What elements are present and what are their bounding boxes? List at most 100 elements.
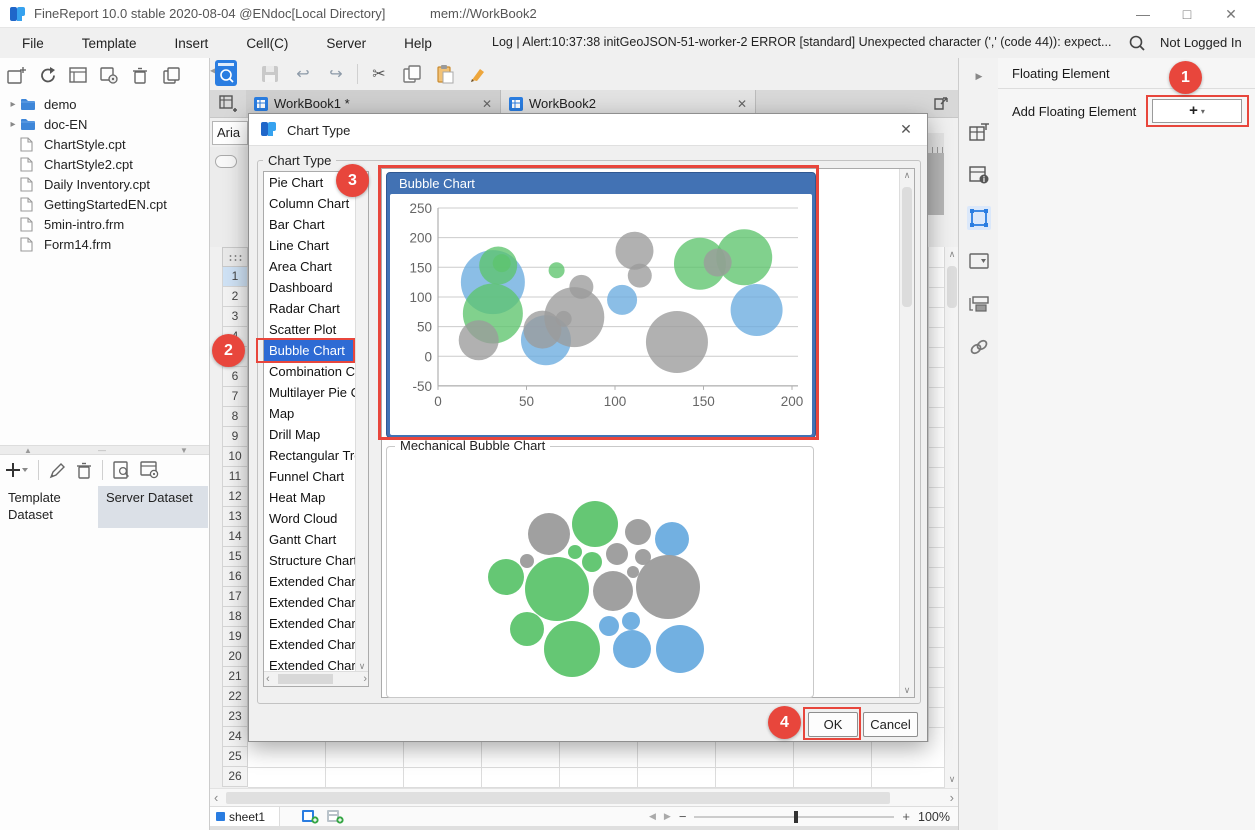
chart-type-multilayer-pie-cha[interactable]: Multilayer Pie Cha — [264, 382, 368, 403]
maximize-button[interactable]: □ — [1172, 4, 1202, 24]
chart-type-dashboard[interactable]: Dashboard — [264, 277, 368, 298]
chart-type-scatter-plot[interactable]: Scatter Plot — [264, 319, 368, 340]
chart-type-radar-chart[interactable]: Radar Chart — [264, 298, 368, 319]
chart-type-extended-chart-[interactable]: Extended Chart - — [264, 571, 368, 592]
select-all-corner[interactable] — [222, 247, 248, 267]
scroll-right-icon[interactable]: › — [363, 672, 367, 686]
undo-icon[interactable]: ↩ — [291, 62, 315, 86]
preview-vertical-scrollbar[interactable]: ∧ ∨ — [899, 169, 914, 697]
add-grid-sheet-icon[interactable] — [302, 809, 319, 824]
scroll-up-icon[interactable]: ∧ — [945, 247, 959, 263]
zoom-out-icon[interactable]: − — [679, 809, 687, 824]
scrollbar-thumb[interactable] — [947, 266, 957, 308]
row-header-3[interactable]: 3 — [222, 307, 248, 327]
cell-attributes-icon[interactable] — [967, 120, 991, 144]
menu-item-template[interactable]: Template — [80, 36, 139, 51]
row-header-21[interactable]: 21 — [222, 667, 248, 687]
chart-type-combination-cha[interactable]: Combination Cha — [264, 361, 368, 382]
menu-item-help[interactable]: Help — [402, 36, 434, 51]
preview-dataset-icon[interactable] — [113, 461, 130, 479]
scrollbar-thumb[interactable] — [278, 674, 333, 684]
row-header-8[interactable]: 8 — [222, 407, 248, 427]
sync-settings-icon[interactable] — [99, 65, 119, 85]
chart-type-extended-chart-[interactable]: Extended Chart - — [264, 592, 368, 613]
menu-item-insert[interactable]: Insert — [173, 36, 211, 51]
chart-type-rectangular-tree[interactable]: Rectangular Tree — [264, 445, 368, 466]
chart-type-area-chart[interactable]: Area Chart — [264, 256, 368, 277]
tree-item-gettingstarteden-cpt[interactable]: GettingStartedEN.cpt — [0, 194, 208, 214]
chart-type-bar-chart[interactable]: Bar Chart — [264, 214, 368, 235]
menu-item-cellc[interactable]: Cell(C) — [244, 36, 290, 51]
chart-type-drill-map[interactable]: Drill Map — [264, 424, 368, 445]
scrollbar-thumb[interactable] — [226, 792, 890, 804]
chart-type-structure-chart[interactable]: Structure Chart — [264, 550, 368, 571]
row-header-22[interactable]: 22 — [222, 687, 248, 707]
dialog-titlebar[interactable]: Chart Type ✕ — [249, 114, 927, 146]
row-header-26[interactable]: 26 — [222, 767, 248, 787]
expander-icon[interactable]: ▸ — [6, 99, 20, 110]
row-header-13[interactable]: 13 — [222, 507, 248, 527]
tab-sheet1[interactable]: sheet1 — [210, 806, 280, 827]
mechanical-bubble-chart-preview[interactable]: Mechanical Bubble Chart — [386, 438, 814, 698]
vertical-scrollbar[interactable]: ∧ ∨ — [944, 247, 958, 788]
font-combo-fragment[interactable]: Aria — [212, 121, 248, 145]
row-header-1[interactable]: 1 — [222, 267, 248, 287]
trash-icon[interactable] — [130, 65, 150, 85]
sheet-nav-right-icon[interactable]: ▶ — [664, 811, 671, 822]
row-header-2[interactable]: 2 — [222, 287, 248, 307]
row-header-12[interactable]: 12 — [222, 487, 248, 507]
panel-expand-icon[interactable]: ▶ — [967, 64, 991, 88]
aggregation-icon[interactable] — [967, 292, 991, 316]
paste-icon[interactable] — [433, 62, 457, 86]
row-header-25[interactable]: 25 — [222, 747, 248, 767]
scroll-down-icon[interactable]: ∨ — [945, 772, 959, 788]
chart-type-extended-chart-[interactable]: Extended Chart - — [264, 634, 368, 655]
add-report-sheet-icon[interactable] — [327, 809, 344, 824]
format-brush-icon[interactable] — [466, 62, 490, 86]
cut-icon[interactable]: ✂ — [367, 62, 391, 86]
row-header-23[interactable]: 23 — [222, 707, 248, 727]
row-header-10[interactable]: 10 — [222, 447, 248, 467]
scroll-up-icon[interactable]: ∧ — [900, 170, 914, 181]
scroll-left-icon[interactable]: ‹ — [214, 790, 218, 806]
chart-type-funnel-chart[interactable]: Funnel Chart — [264, 466, 368, 487]
cancel-button[interactable]: Cancel — [863, 712, 918, 737]
tree-item-demo[interactable]: ▸ demo — [0, 94, 208, 114]
popout-icon[interactable] — [924, 90, 958, 117]
scroll-left-icon[interactable]: ‹ — [266, 672, 270, 686]
splitter-up-icon[interactable]: ▲ — [24, 446, 32, 455]
tab-template-dataset[interactable]: Template Dataset — [0, 486, 98, 528]
tab-server-dataset[interactable]: Server Dataset — [98, 486, 208, 528]
row-header-6[interactable]: 6 — [222, 367, 248, 387]
row-header-9[interactable]: 9 — [222, 427, 248, 447]
widget-icon[interactable] — [967, 249, 991, 273]
tree-item-daily-inventory-cpt[interactable]: Daily Inventory.cpt — [0, 174, 208, 194]
outline-view-icon[interactable] — [68, 65, 88, 85]
row-header-24[interactable]: 24 — [222, 727, 248, 747]
chart-type-line-chart[interactable]: Line Chart — [264, 235, 368, 256]
new-workbook-tab-icon[interactable] — [210, 90, 246, 117]
zoom-slider-handle[interactable] — [794, 810, 799, 823]
cell-element-icon[interactable]: i — [967, 163, 991, 187]
redo-icon[interactable]: ↪ — [324, 62, 348, 86]
copy-page-icon[interactable] — [400, 62, 424, 86]
dialog-close-icon[interactable]: ✕ — [895, 121, 917, 139]
tree-item-chartstyle2-cpt[interactable]: ChartStyle2.cpt — [0, 154, 208, 174]
tree-item-5min-intro-frm[interactable]: 5min-intro.frm — [0, 214, 208, 234]
scroll-right-icon[interactable]: › — [950, 790, 954, 806]
new-window-icon[interactable] — [6, 65, 26, 85]
spreadsheet-grid[interactable] — [248, 742, 944, 788]
minimize-button[interactable]: — — [1128, 4, 1158, 24]
row-header-17[interactable]: 17 — [222, 587, 248, 607]
horizontal-scrollbar[interactable]: ‹ › — [210, 788, 958, 806]
list-vertical-scrollbar[interactable]: ∨ — [355, 172, 368, 672]
hyperlink-icon[interactable] — [967, 335, 991, 359]
log-status-text[interactable]: Log | Alert:10:37:38 initGeoJSON-51-work… — [492, 35, 1120, 49]
search-icon[interactable] — [1128, 34, 1146, 52]
chart-type-map[interactable]: Map — [264, 403, 368, 424]
tree-item-doc-en[interactable]: ▸ doc-EN — [0, 114, 208, 134]
add-dataset-button[interactable] — [6, 462, 28, 478]
zoom-in-icon[interactable]: + — [902, 809, 910, 824]
row-header-15[interactable]: 15 — [222, 547, 248, 567]
chart-type-word-cloud[interactable]: Word Cloud — [264, 508, 368, 529]
